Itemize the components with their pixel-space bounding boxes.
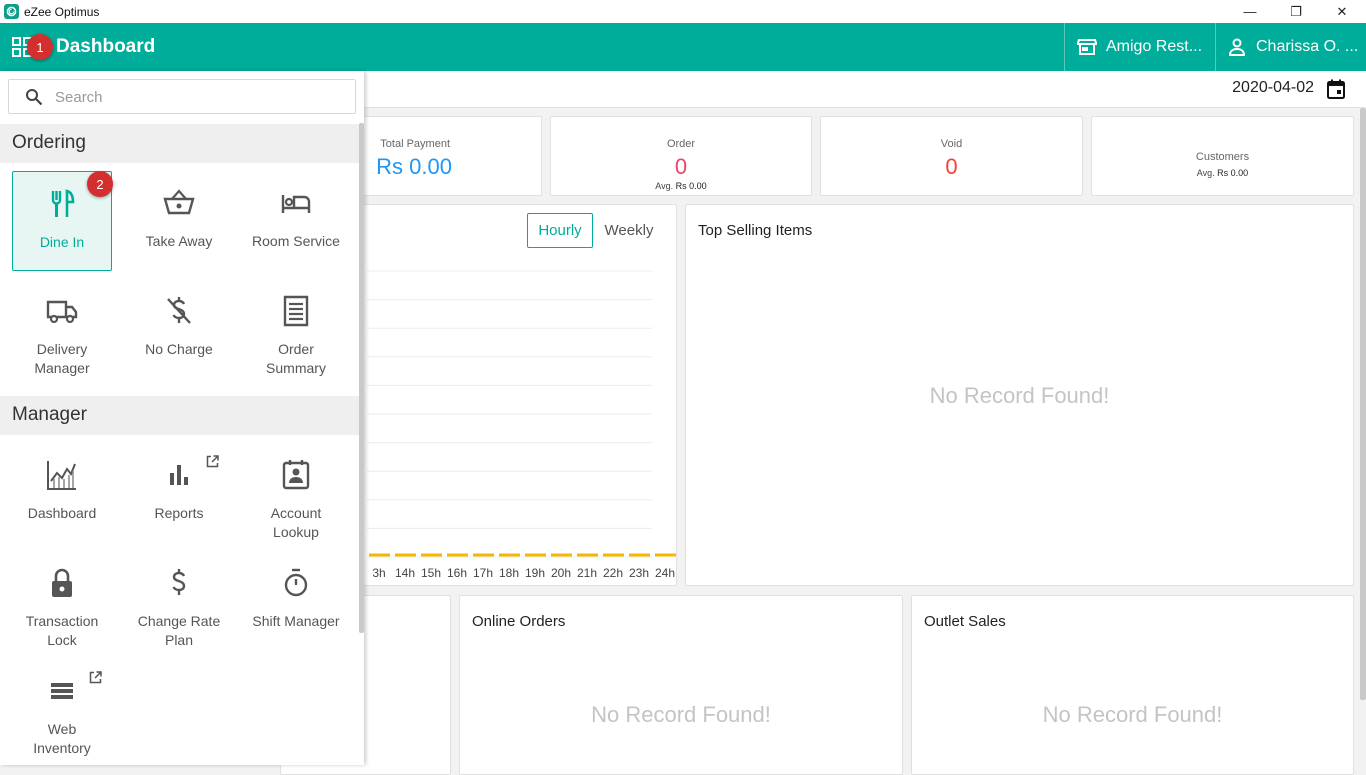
search-icon — [26, 89, 43, 106]
chart-x-tick-label: 24h — [655, 566, 675, 580]
order-summary-label: Order Summary — [266, 341, 326, 376]
contact-card-icon — [282, 460, 310, 490]
account-lookup-tile[interactable]: Account Lookup — [246, 443, 346, 553]
change-rate-plan-label: Change Rate Plan — [137, 613, 221, 648]
account-lookup-label: Account Lookup — [270, 505, 322, 540]
user-name: Charissa O. ... — [1256, 38, 1359, 55]
void-value: 0 — [945, 154, 958, 179]
online-orders-empty: No Record Found! — [591, 702, 771, 727]
calendar-icon[interactable] — [1326, 79, 1346, 99]
outlet-sales-empty: No Record Found! — [1042, 702, 1223, 727]
restore-button[interactable]: ❐ — [1273, 0, 1319, 23]
app-header: Dashboard Amigo Rest... Charissa O. ... — [0, 23, 1366, 71]
reports-label: Reports — [154, 505, 204, 521]
chart-x-tick-label: 18h — [499, 566, 519, 580]
manager-section-title: Manager — [12, 404, 87, 425]
room-service-label: Room Service — [252, 233, 340, 249]
outlet-sales-card: Outlet Sales No Record Found! — [911, 595, 1354, 775]
bed-icon — [281, 195, 311, 213]
delivery-manager-tile[interactable]: Delivery Manager — [12, 279, 112, 389]
chart-x-tick-label: 19h — [525, 566, 545, 580]
window-titlebar: eZee Optimus — [0, 0, 1366, 23]
change-rate-plan-tile[interactable]: Change Rate Plan — [129, 551, 229, 661]
dashboard-tile[interactable]: Dashboard — [12, 443, 112, 543]
app-logo-icon — [4, 4, 19, 19]
chart-x-tick-label: 21h — [577, 566, 597, 580]
sidebar-search — [8, 79, 356, 114]
basket-icon — [163, 189, 195, 215]
outlet-name: Amigo Rest... — [1106, 38, 1203, 55]
chart-x-tick-label: 23h — [629, 566, 649, 580]
room-service-tile[interactable]: Room Service — [246, 171, 346, 271]
stopwatch-icon — [284, 568, 308, 597]
order-card: Order 0 Avg. Rs 0.00 — [550, 116, 812, 196]
top-selling-title: Top Selling Items — [698, 222, 813, 239]
receipt-icon — [283, 295, 309, 327]
list-icon — [51, 683, 73, 699]
shift-manager-tile[interactable]: Shift Manager — [246, 551, 346, 651]
take-away-tile[interactable]: Take Away — [129, 171, 229, 271]
lock-icon — [52, 568, 72, 597]
customers-label: Customers — [1195, 151, 1250, 163]
customers-average: Avg. Rs 0.00 — [1196, 168, 1249, 178]
outlet-sales-title: Outlet Sales — [924, 613, 1006, 630]
delivery-manager-label: Delivery Manager — [34, 341, 90, 376]
page-title: Dashboard — [56, 36, 156, 57]
bar-chart-icon — [170, 465, 188, 485]
web-inventory-label: Web Inventory — [33, 721, 91, 756]
manager-section-header: Manager — [0, 396, 360, 435]
date-bar: 2020-04-02 — [364, 71, 1366, 108]
line-chart-icon — [47, 461, 76, 490]
online-orders-title: Online Orders — [472, 613, 566, 630]
order-summary-tile[interactable]: Order Summary — [246, 279, 346, 389]
chart-x-tick-label: 20h — [551, 566, 571, 580]
search-input[interactable] — [55, 86, 345, 108]
fork-knife-icon — [51, 189, 75, 217]
shift-manager-label: Shift Manager — [252, 613, 340, 629]
no-money-icon — [167, 297, 191, 324]
top-selling-empty: No Record Found! — [929, 383, 1110, 408]
external-link-icon — [206, 455, 219, 468]
step-badge-2: 2 — [87, 171, 113, 197]
chart-x-tick-label: 22h — [603, 566, 623, 580]
online-orders-card: Online Orders No Record Found! — [459, 595, 903, 775]
external-link-icon — [89, 671, 102, 684]
order-value: 0 — [674, 154, 688, 179]
order-average: Avg. Rs 0.00 — [655, 181, 707, 191]
order-label: Order — [666, 138, 696, 150]
close-button[interactable]: ✕ — [1319, 0, 1365, 23]
customers-card: Customers Avg. Rs 0.00 — [1091, 116, 1354, 196]
no-charge-label: No Charge — [145, 341, 213, 357]
minimize-button[interactable]: — — [1227, 0, 1273, 23]
dollar-icon — [172, 569, 186, 595]
user-icon — [1228, 38, 1246, 56]
top-selling-card: Top Selling Items No Record Found! — [685, 204, 1354, 586]
truck-icon — [46, 300, 78, 324]
transaction-lock-tile[interactable]: Transaction Lock — [12, 551, 112, 661]
take-away-label: Take Away — [145, 233, 213, 249]
sidebar-scrollbar[interactable] — [359, 123, 364, 633]
user-menu[interactable]: Charissa O. ... — [1215, 23, 1366, 71]
window-title: eZee Optimus — [24, 4, 100, 19]
transaction-lock-label: Transaction Lock — [25, 613, 99, 648]
chart-x-tick-label: 14h — [395, 566, 415, 580]
chart-x-tick-label: 16h — [447, 566, 467, 580]
chart-x-tick-label: 17h — [473, 566, 493, 580]
selected-date: 2020-04-02 — [1232, 79, 1314, 96]
no-charge-tile[interactable]: No Charge — [129, 279, 229, 379]
void-card: Void 0 — [820, 116, 1083, 196]
main-scrollbar[interactable] — [1360, 108, 1366, 700]
void-label: Void — [940, 138, 963, 150]
dine-in-label: Dine In — [39, 234, 85, 250]
navigation-sidebar: Ordering Dine In Take Away Room Service — [0, 71, 364, 765]
dashboard-label: Dashboard — [27, 505, 97, 521]
ordering-section-title: Ordering — [12, 132, 86, 153]
chart-x-tick-label: 15h — [421, 566, 441, 580]
chart-x-tick-label: 3h — [372, 566, 385, 580]
step-badge-1: 1 — [27, 34, 53, 60]
outlet-selector[interactable]: Amigo Rest... — [1064, 23, 1215, 71]
ordering-section-header: Ordering — [0, 124, 360, 163]
store-icon — [1077, 39, 1097, 55]
